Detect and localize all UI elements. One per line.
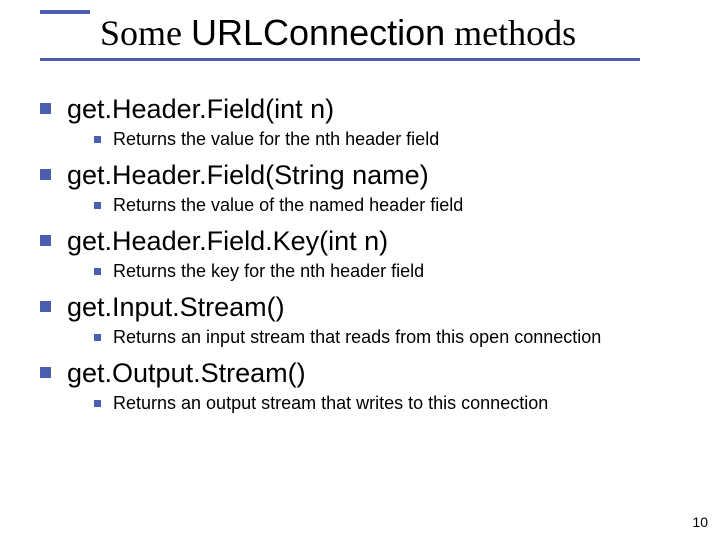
- square-bullet-icon: [94, 334, 101, 341]
- slide-title: Some URLConnection methods: [100, 12, 576, 54]
- title-code: URLConnection: [191, 12, 445, 53]
- square-bullet-icon: [40, 169, 51, 180]
- list-item: get.Input.Stream(): [40, 292, 690, 323]
- method-desc: Returns an output stream that writes to …: [113, 393, 548, 413]
- list-item: get.Header.Field(String name): [40, 160, 690, 191]
- square-bullet-icon: [40, 235, 51, 246]
- method-name: get.Header.Field.Key(int n): [67, 226, 388, 256]
- square-bullet-icon: [94, 136, 101, 143]
- slide: Some URLConnection methods get.Header.Fi…: [0, 0, 720, 540]
- square-bullet-icon: [40, 103, 51, 114]
- page-number: 10: [692, 514, 708, 530]
- list-subitem: Returns the value for the nth header fie…: [94, 129, 690, 150]
- content-area: get.Header.Field(int n) Returns the valu…: [40, 88, 690, 424]
- square-bullet-icon: [94, 400, 101, 407]
- list-item: get.Header.Field(int n): [40, 94, 690, 125]
- list-subitem: Returns an input stream that reads from …: [94, 327, 690, 348]
- title-text-part2: methods: [445, 13, 576, 53]
- list-item: get.Output.Stream(): [40, 358, 690, 389]
- square-bullet-icon: [40, 301, 51, 312]
- method-desc: Returns the key for the nth header field: [113, 261, 424, 281]
- title-underline: [40, 58, 640, 61]
- title-accent-line: [40, 10, 90, 14]
- square-bullet-icon: [94, 268, 101, 275]
- method-name: get.Header.Field(String name): [67, 160, 429, 190]
- title-text-part1: Some: [100, 13, 191, 53]
- method-name: get.Header.Field(int n): [67, 94, 334, 124]
- list-subitem: Returns the key for the nth header field: [94, 261, 690, 282]
- method-desc: Returns an input stream that reads from …: [113, 327, 601, 347]
- square-bullet-icon: [40, 367, 51, 378]
- method-desc: Returns the value of the named header fi…: [113, 195, 463, 215]
- list-item: get.Header.Field.Key(int n): [40, 226, 690, 257]
- list-subitem: Returns the value of the named header fi…: [94, 195, 690, 216]
- square-bullet-icon: [94, 202, 101, 209]
- method-name: get.Output.Stream(): [67, 358, 306, 388]
- method-desc: Returns the value for the nth header fie…: [113, 129, 439, 149]
- list-subitem: Returns an output stream that writes to …: [94, 393, 690, 414]
- method-name: get.Input.Stream(): [67, 292, 285, 322]
